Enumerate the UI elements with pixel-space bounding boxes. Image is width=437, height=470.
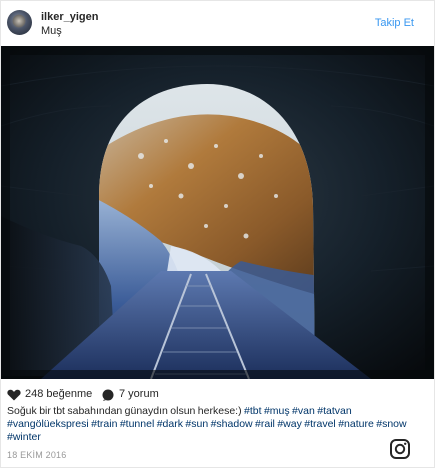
- hashtag-link[interactable]: #van: [292, 405, 315, 417]
- location[interactable]: Muş: [41, 25, 62, 37]
- post-caption: Soğuk bir tbt sabahından günaydın olsun …: [7, 405, 422, 444]
- instagram-post-card: ilker_yigen Muş Takip Et 248 beğenme 7 y…: [0, 0, 435, 468]
- avatar[interactable]: [7, 10, 32, 35]
- username[interactable]: ilker_yigen: [41, 11, 98, 23]
- hashtag-link[interactable]: #shadow: [211, 418, 253, 430]
- hashtag-link[interactable]: #way: [277, 418, 302, 430]
- caption-text: Soğuk bir tbt sabahından günaydın olsun …: [7, 405, 242, 417]
- comments-count[interactable]: 7 yorum: [119, 388, 159, 400]
- hashtag-link[interactable]: #sun: [185, 418, 208, 430]
- post-actions: 248 beğenme 7 yorum: [7, 387, 307, 403]
- heart-icon[interactable]: [7, 389, 21, 401]
- hashtag-link[interactable]: #travel: [304, 418, 336, 430]
- hashtag-link[interactable]: #muş: [264, 405, 290, 417]
- hashtag-link[interactable]: #tatvan: [317, 405, 351, 417]
- hashtag-link[interactable]: #dark: [157, 418, 183, 430]
- hashtag-link[interactable]: #train: [91, 418, 117, 430]
- hashtag-link[interactable]: #rail: [255, 418, 275, 430]
- post-header: ilker_yigen Muş Takip Et: [1, 1, 434, 45]
- hashtag-link[interactable]: #winter: [7, 431, 41, 443]
- tunnel-photo-image: [1, 46, 434, 379]
- hashtag-link[interactable]: #nature: [338, 418, 374, 430]
- post-date: 18 EKİM 2016: [7, 450, 67, 460]
- likes-count[interactable]: 248 beğenme: [25, 388, 92, 400]
- hashtag-link[interactable]: #vangölüekspresi: [7, 418, 89, 430]
- instagram-logo-icon[interactable]: [390, 439, 410, 459]
- hashtag-link[interactable]: #tbt: [244, 405, 262, 417]
- hashtag-link[interactable]: #tunnel: [120, 418, 154, 430]
- post-photo[interactable]: [1, 46, 434, 379]
- follow-button[interactable]: Takip Et: [375, 17, 414, 29]
- hashtag-link[interactable]: #snow: [376, 418, 406, 430]
- comment-icon[interactable]: [102, 389, 114, 401]
